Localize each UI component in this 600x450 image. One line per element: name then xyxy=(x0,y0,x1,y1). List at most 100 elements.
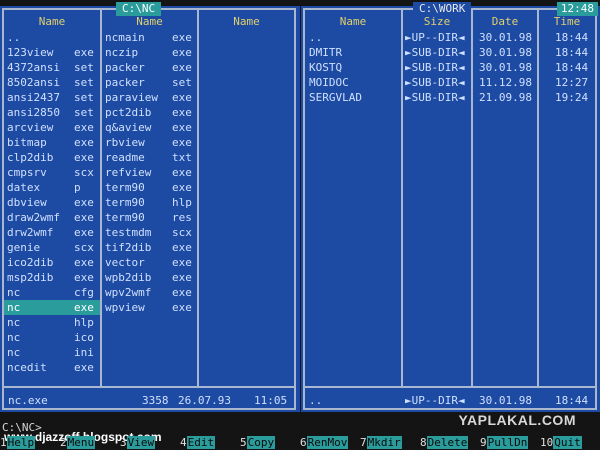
file-entry[interactable]: 8502ansi set xyxy=(4,75,100,90)
file-entry[interactable]: .. xyxy=(4,30,100,45)
directory-entry[interactable]: SERGVLAD ►SUB-DIR◄ 21.09.98 19:24 xyxy=(301,90,600,105)
file-extension: exe xyxy=(74,46,94,59)
file-entry[interactable]: nc exe xyxy=(4,300,100,315)
key-number: 5 xyxy=(240,436,247,449)
info-filename: .. xyxy=(309,394,323,407)
directory-entry[interactable]: MOIDOC ►SUB-DIR◄ 11.12.98 12:27 xyxy=(301,75,600,90)
file-entry[interactable]: packer set xyxy=(102,75,197,90)
column-header-name[interactable]: Name xyxy=(4,15,100,28)
file-entry[interactable]: paraview exe xyxy=(102,90,197,105)
key-label: Copy xyxy=(246,436,276,449)
file-entry[interactable]: draw2wmf exe xyxy=(4,210,100,225)
function-key-2[interactable]: 2Menu xyxy=(60,436,96,450)
file-entry[interactable]: q&aview exe xyxy=(102,120,197,135)
info-size: ►UP--DIR◄ xyxy=(405,394,465,407)
file-entry[interactable]: term90 hlp xyxy=(102,195,197,210)
right-file-panel[interactable]: C:\WORK 12:48 Name Size Date Time .. ►UP-… xyxy=(301,2,600,412)
file-entry[interactable]: clp2dib exe xyxy=(4,150,100,165)
key-number: 1 xyxy=(0,436,7,449)
function-key-7[interactable]: 7Mkdir xyxy=(360,436,402,450)
file-name: 123view xyxy=(7,46,54,59)
file-entry[interactable]: nczip exe xyxy=(102,45,197,60)
column-header-size[interactable]: Size xyxy=(403,15,471,28)
column-header-name[interactable]: Name xyxy=(102,15,197,28)
function-key-4[interactable]: 4Edit xyxy=(180,436,216,450)
file-name: nc xyxy=(7,331,21,344)
file-name: genie xyxy=(7,241,41,254)
file-name: ncmain xyxy=(105,31,145,44)
column-header-time[interactable]: Time xyxy=(539,15,595,28)
function-key-bar: 1Help 2Menu 3View 4Edit 5Copy 6RenMov 7Mkdir 8D… xyxy=(0,436,600,450)
file-entry[interactable]: drw2wmf exe xyxy=(4,225,100,240)
function-key-5[interactable]: 5Copy xyxy=(240,436,276,450)
file-name: msp2dib xyxy=(7,271,54,284)
file-name: datex xyxy=(7,181,41,194)
file-entry[interactable]: wpb2dib exe xyxy=(102,270,197,285)
file-entry[interactable]: arcview exe xyxy=(4,120,100,135)
file-extension: set xyxy=(172,76,192,89)
dir-name: SERGVLAD xyxy=(309,91,362,104)
file-name: draw2wmf xyxy=(7,211,60,224)
key-number: 2 xyxy=(60,436,67,449)
file-name: arcview xyxy=(7,121,54,134)
column-header-name[interactable]: Name xyxy=(199,15,294,28)
file-entry[interactable]: nc ini xyxy=(4,345,100,360)
file-name: rbview xyxy=(105,136,145,149)
function-key-3[interactable]: 3View xyxy=(120,436,156,450)
file-name: wpb2dib xyxy=(105,271,152,284)
file-extension: cfg xyxy=(74,286,94,299)
file-name: wpview xyxy=(105,301,145,314)
key-label: Menu xyxy=(66,436,96,449)
file-entry[interactable]: packer exe xyxy=(102,60,197,75)
file-name: tif2dib xyxy=(105,241,152,254)
file-entry[interactable]: vector exe xyxy=(102,255,197,270)
file-entry[interactable]: readme txt xyxy=(102,150,197,165)
file-entry[interactable]: dbview exe xyxy=(4,195,100,210)
file-entry[interactable]: nc cfg xyxy=(4,285,100,300)
file-extension: ico xyxy=(74,331,94,344)
file-entry[interactable]: rbview exe xyxy=(102,135,197,150)
file-entry[interactable]: nc ico xyxy=(4,330,100,345)
column-header-name[interactable]: Name xyxy=(305,15,401,28)
file-name: wpv2wmf xyxy=(105,286,152,299)
file-entry[interactable]: ico2dib exe xyxy=(4,255,100,270)
file-entry[interactable]: datex p xyxy=(4,180,100,195)
file-entry[interactable]: ncmain exe xyxy=(102,30,197,45)
file-extension: exe xyxy=(172,241,192,254)
file-extension: txt xyxy=(172,151,192,164)
file-entry[interactable]: testmdm scx xyxy=(102,225,197,240)
file-entry[interactable]: nc hlp xyxy=(4,315,100,330)
file-entry[interactable]: cmpsrv scx xyxy=(4,165,100,180)
file-entry[interactable]: genie scx xyxy=(4,240,100,255)
file-entry[interactable]: ncedit exe xyxy=(4,360,100,375)
file-entry[interactable]: wpview exe xyxy=(102,300,197,315)
file-entry[interactable]: msp2dib exe xyxy=(4,270,100,285)
directory-entry[interactable]: KOSTQ ►SUB-DIR◄ 30.01.98 18:44 xyxy=(301,60,600,75)
file-extension: exe xyxy=(74,196,94,209)
left-file-panel[interactable]: C:\NC Name Name Name .. 123view exe 4372ans… xyxy=(0,2,300,412)
function-key-1[interactable]: 1Help xyxy=(0,436,36,450)
key-number: 7 xyxy=(360,436,367,449)
function-key-9[interactable]: 9PullDn xyxy=(480,436,529,450)
directory-entry[interactable]: .. ►UP--DIR◄ 30.01.98 18:44 xyxy=(301,30,600,45)
file-extension: exe xyxy=(172,46,192,59)
column-header-date[interactable]: Date xyxy=(473,15,537,28)
file-extension: exe xyxy=(172,106,192,119)
file-extension: scx xyxy=(74,241,94,254)
file-entry[interactable]: 123view exe xyxy=(4,45,100,60)
file-entry[interactable]: wpv2wmf exe xyxy=(102,285,197,300)
function-key-6[interactable]: 6RenMov xyxy=(300,436,349,450)
file-entry[interactable]: 4372ansi set xyxy=(4,60,100,75)
file-entry[interactable]: pct2dib exe xyxy=(102,105,197,120)
function-key-8[interactable]: 8Delete xyxy=(420,436,469,450)
file-entry[interactable]: tif2dib exe xyxy=(102,240,197,255)
file-entry[interactable]: term90 res xyxy=(102,210,197,225)
file-entry[interactable]: refview exe xyxy=(102,165,197,180)
file-entry[interactable]: term90 exe xyxy=(102,180,197,195)
file-entry[interactable]: bitmap exe xyxy=(4,135,100,150)
dir-name: .. xyxy=(309,31,323,44)
file-entry[interactable]: ansi2850 set xyxy=(4,105,100,120)
function-key-10[interactable]: 10Quit xyxy=(540,436,582,450)
file-entry[interactable]: ansi2437 set xyxy=(4,90,100,105)
directory-entry[interactable]: DMITR ►SUB-DIR◄ 30.01.98 18:44 xyxy=(301,45,600,60)
